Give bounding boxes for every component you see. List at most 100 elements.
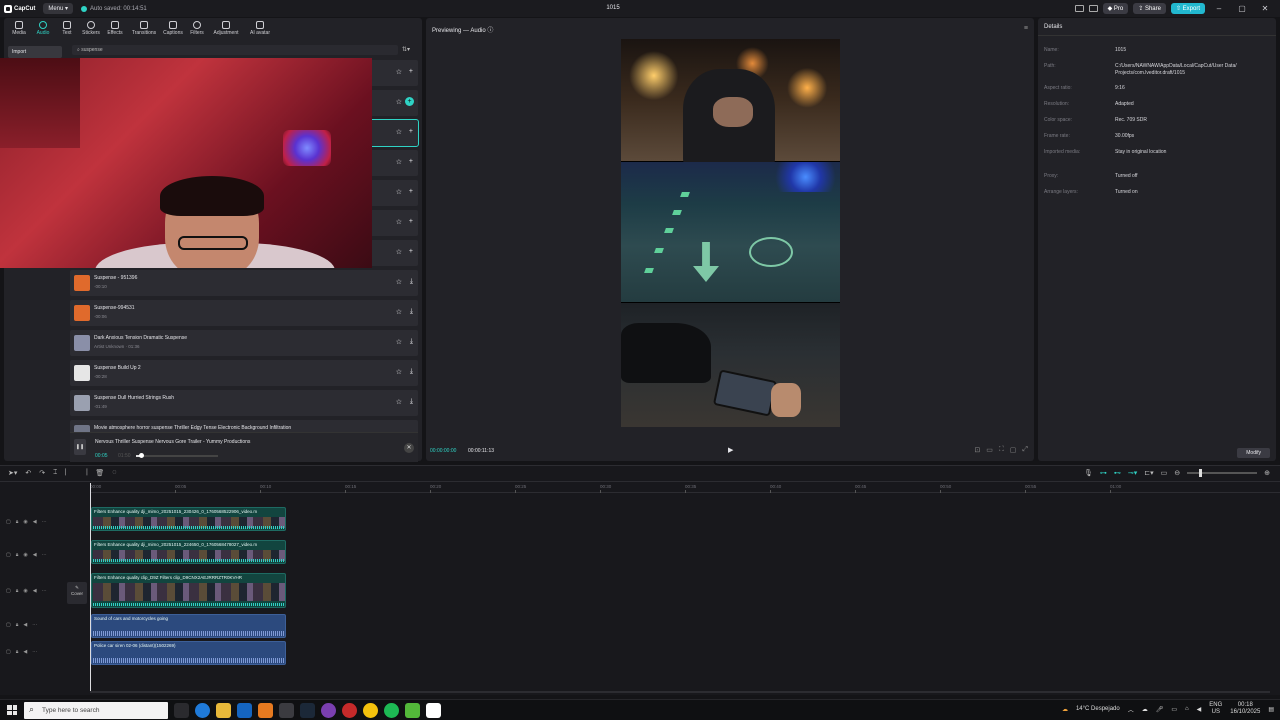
auto-snap-icon[interactable]: ⊷ — [1114, 469, 1121, 477]
download-icon[interactable]: ⤓ — [410, 398, 413, 406]
add-icon[interactable]: + — [409, 158, 413, 165]
app-icon-a[interactable] — [258, 703, 273, 718]
language-indicator[interactable]: ENG US — [1209, 702, 1222, 716]
export-button[interactable]: ⇧ Export — [1170, 3, 1205, 14]
close-player-icon[interactable]: ✕ — [404, 443, 414, 453]
favorite-icon[interactable]: ☆ — [396, 278, 402, 286]
close-icon[interactable]: ✕ — [1256, 4, 1274, 13]
menu-button[interactable]: Menu ▾ — [43, 3, 74, 14]
eye-icon[interactable]: ◉ — [23, 519, 27, 525]
tab-filters[interactable]: Filters — [185, 20, 209, 40]
delete-icon[interactable]: 🗑 — [95, 469, 104, 477]
list-item[interactable]: Dark Anxious Tension Dramatic Suspense A… — [70, 330, 418, 356]
notifications-icon[interactable]: ▤ — [1268, 706, 1274, 713]
spotify-icon[interactable] — [384, 703, 399, 718]
maximize-icon[interactable]: ▢ — [1233, 4, 1251, 13]
linkage-icon[interactable]: ⊸▾ — [1128, 469, 1137, 477]
track-hide-icon[interactable]: ▢ — [6, 649, 11, 655]
favorite-icon[interactable]: ☆ — [396, 308, 402, 316]
more-icon[interactable]: ⋯ — [32, 649, 37, 655]
add-icon[interactable]: + — [409, 218, 413, 225]
network-icon[interactable]: ⌂ — [1185, 706, 1189, 712]
playhead[interactable] — [90, 483, 91, 693]
video-clip[interactable]: Filters Enhance quality dji_mimo_2025101… — [91, 540, 286, 564]
redo-icon[interactable]: ↷ — [39, 469, 45, 477]
ratio-icon[interactable]: ▭ — [986, 446, 993, 454]
track-hide-icon[interactable]: ▢ — [6, 622, 11, 628]
favorite-icon[interactable]: ☆ — [396, 128, 402, 136]
edge-icon[interactable] — [195, 703, 210, 718]
zoom-slider[interactable] — [1187, 469, 1258, 477]
volume-icon[interactable]: ◀ — [33, 519, 37, 525]
tab-transitions[interactable]: Transitions — [127, 20, 161, 40]
tab-effects[interactable]: Effects — [103, 20, 127, 40]
time-ruler[interactable]: 00:00 00:05 00:10 00:15 00:20 00:25 00:3… — [90, 483, 1280, 493]
favorite-icon[interactable]: ☆ — [396, 188, 402, 196]
tab-adjustment[interactable]: Adjustment — [209, 20, 243, 40]
add-icon[interactable]: + — [409, 68, 413, 75]
app-icon-green[interactable] — [405, 703, 420, 718]
weather-text[interactable]: 14°C Despejado — [1076, 706, 1120, 712]
lock-icon[interactable]: 🔒︎ — [16, 552, 19, 558]
download-icon[interactable]: ⤓ — [410, 278, 413, 286]
expand-icon[interactable]: ⤢ — [1022, 446, 1028, 454]
tab-audio[interactable]: Audio — [31, 20, 55, 40]
volume-icon[interactable]: ◀ — [23, 622, 27, 628]
screen-icon[interactable]: ▢ — [1010, 446, 1017, 454]
eye-icon[interactable]: ◉ — [23, 552, 27, 558]
timeline-scrollbar[interactable] — [90, 691, 1270, 693]
add-icon[interactable]: + — [409, 128, 413, 135]
add-icon[interactable]: + — [405, 97, 414, 106]
audio-clip[interactable]: Police car siren 02-06 (distant)(1502269… — [91, 641, 286, 665]
captions-track-icon[interactable]: ▭ — [1161, 469, 1168, 477]
eye-icon[interactable]: ◉ — [23, 588, 27, 594]
tab-text[interactable]: Text — [55, 20, 79, 40]
more-icon[interactable]: ⋯ — [42, 588, 47, 594]
volume-tray-icon[interactable]: ◀ — [1197, 706, 1202, 713]
crop-icon[interactable]: ⊡ — [974, 446, 980, 454]
store-icon[interactable] — [279, 703, 294, 718]
zoom-out-icon[interactable]: ⊖ — [1174, 469, 1180, 477]
download-icon[interactable]: ⤓ — [410, 338, 413, 346]
video-clip[interactable]: Filters Enhance quality dji_mimo_2025101… — [91, 507, 286, 531]
volume-icon[interactable]: ◀ — [33, 552, 37, 558]
favorite-icon[interactable]: ☆ — [396, 68, 402, 76]
volume-icon[interactable]: ◀ — [23, 649, 27, 655]
split-right-icon[interactable]: ⎹ — [80, 469, 87, 477]
record-mic-icon[interactable]: 🎙 — [1084, 469, 1093, 477]
video-preview-frame[interactable] — [621, 39, 840, 427]
list-item[interactable]: Suspense Build Up 2 ·00:28 ☆ ⤓ — [70, 360, 418, 386]
obs-icon[interactable] — [321, 703, 336, 718]
detail-value[interactable]: Turned on — [1115, 189, 1275, 196]
import-button[interactable]: Import — [8, 46, 62, 58]
pro-button[interactable]: ◆ Pro — [1102, 3, 1129, 14]
share-button[interactable]: ⇪ Share — [1133, 3, 1166, 14]
favorite-icon[interactable]: ☆ — [396, 98, 402, 106]
outlook-icon[interactable] — [237, 703, 252, 718]
pause-icon[interactable]: ❚❚ — [74, 439, 86, 455]
download-icon[interactable]: ⤓ — [410, 368, 413, 376]
taskbar-search-input[interactable]: Type here to search — [24, 702, 168, 719]
shortcuts-icon[interactable] — [1088, 5, 1098, 12]
list-item[interactable]: Suspense-994531 ·00:06 ☆ ⤓ — [70, 300, 418, 326]
favorite-icon[interactable]: ☆ — [396, 218, 402, 226]
layout-icon[interactable] — [1074, 5, 1084, 12]
app-icon-red[interactable] — [342, 703, 357, 718]
search-input[interactable]: ⌕ suspense — [72, 45, 398, 55]
capcut-taskbar-icon[interactable] — [426, 703, 441, 718]
battery-icon[interactable]: ▭ — [1171, 706, 1177, 713]
fullscreen-icon[interactable]: ⛶ — [999, 446, 1004, 454]
tab-ai-avatar[interactable]: AI avatar — [243, 20, 277, 40]
split-icon[interactable]: ⌶ — [53, 469, 57, 477]
favorite-icon[interactable]: ☆ — [396, 338, 402, 346]
favorite-icon[interactable]: ☆ — [396, 398, 402, 406]
tab-captions[interactable]: Captions — [161, 20, 185, 40]
favorite-icon[interactable]: ☆ — [396, 368, 402, 376]
video-clip[interactable]: Filters Enhance quality clip_D9Z Filters… — [91, 573, 286, 608]
list-item[interactable]: Suspense Dull Hurried Strings Rush ·01:4… — [70, 390, 418, 416]
lock-icon[interactable]: 🔒︎ — [16, 649, 19, 655]
track-hide-icon[interactable]: ▢ — [6, 552, 11, 558]
select-tool-icon[interactable]: ➤▾ — [8, 469, 17, 477]
file-explorer-icon[interactable] — [216, 703, 231, 718]
play-icon[interactable]: ▶ — [728, 446, 733, 454]
